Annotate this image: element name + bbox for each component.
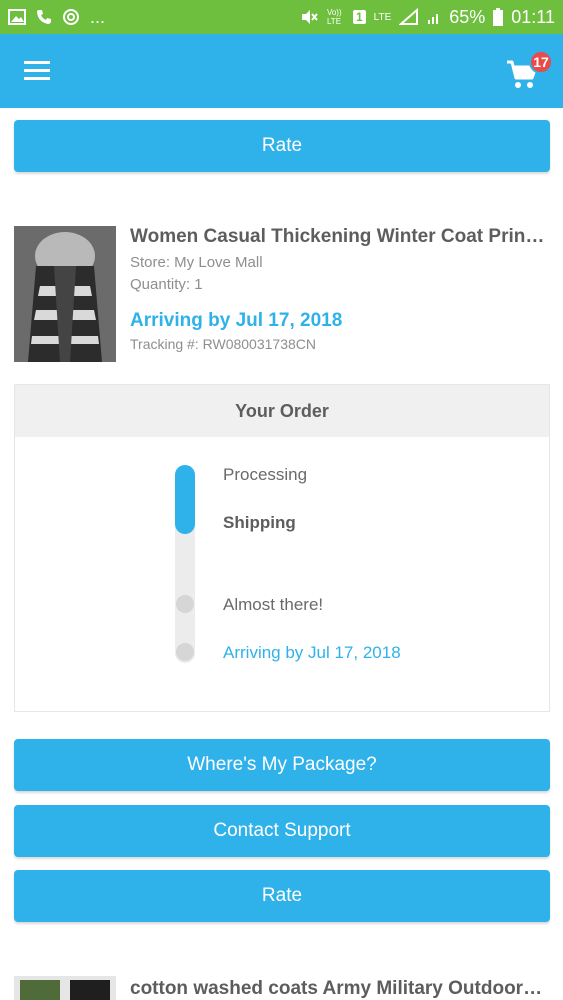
battery-percent: 65%	[449, 6, 486, 27]
order-item[interactable]: Women Casual Thickening Winter Coat Prin…	[14, 226, 550, 366]
product-title[interactable]: Women Casual Thickening Winter Coat Prin…	[130, 226, 550, 248]
status-bar: ... Vo)) LTE 1 LTE 65% 01:11	[0, 0, 563, 34]
product-tracking: Tracking #: RW080031738CN	[130, 336, 316, 352]
product-thumbnail[interactable]	[14, 976, 116, 1000]
rate-button-top[interactable]: Rate	[14, 120, 550, 172]
product-quantity: Quantity: 1	[130, 276, 203, 293]
status-right: Vo)) LTE 1 LTE 65% 01:11	[301, 7, 555, 28]
volte-indicator: Vo)) LTE	[326, 8, 342, 26]
step-arriving: Arriving by Jul 17, 2018	[223, 643, 401, 662]
gallery-icon	[8, 9, 26, 25]
status-more-text: ...	[90, 6, 106, 27]
hamburger-menu-icon	[24, 61, 50, 80]
step-dot-almost-there	[176, 595, 194, 613]
product-store: Store: My Love Mall	[130, 254, 263, 271]
step-processing: Processing	[223, 465, 308, 484]
phone-icon	[36, 9, 52, 25]
wheres-my-package-button[interactable]: Where's My Package?	[14, 739, 550, 791]
signal-icon	[399, 8, 419, 26]
product-title[interactable]: cotton washed coats Army Military Outdoo…	[130, 978, 550, 1000]
order-progress-track	[175, 465, 195, 663]
sim-indicator: 1	[352, 10, 366, 24]
cart-count-badge: 17	[529, 50, 553, 74]
order-item[interactable]: cotton washed coats Army Military Outdoo…	[14, 976, 550, 1000]
step-shipping: Shipping	[223, 513, 296, 532]
signal-icon-2	[427, 9, 441, 25]
status-left: ...	[8, 7, 105, 28]
step-almost-there: Almost there!	[223, 595, 324, 614]
contact-support-button[interactable]: Contact Support	[14, 805, 550, 857]
order-header: Your Order	[15, 385, 549, 437]
order-progress-fill	[175, 465, 195, 534]
product-thumbnail[interactable]	[14, 226, 116, 362]
menu-button[interactable]	[22, 58, 54, 84]
sync-icon	[62, 8, 80, 26]
lte-indicator: LTE	[373, 11, 392, 23]
rate-button[interactable]: Rate	[14, 870, 550, 922]
battery-icon	[493, 8, 504, 26]
step-dot-arriving	[176, 643, 194, 661]
order-status-card: Your Order Processing Shipping Almost th…	[14, 384, 550, 712]
mute-icon	[301, 9, 319, 25]
app-bar: 17	[0, 34, 563, 108]
product-arriving: Arriving by Jul 17, 2018	[130, 310, 343, 331]
cart-button[interactable]: 17	[505, 50, 553, 92]
status-time: 01:11	[511, 6, 555, 27]
